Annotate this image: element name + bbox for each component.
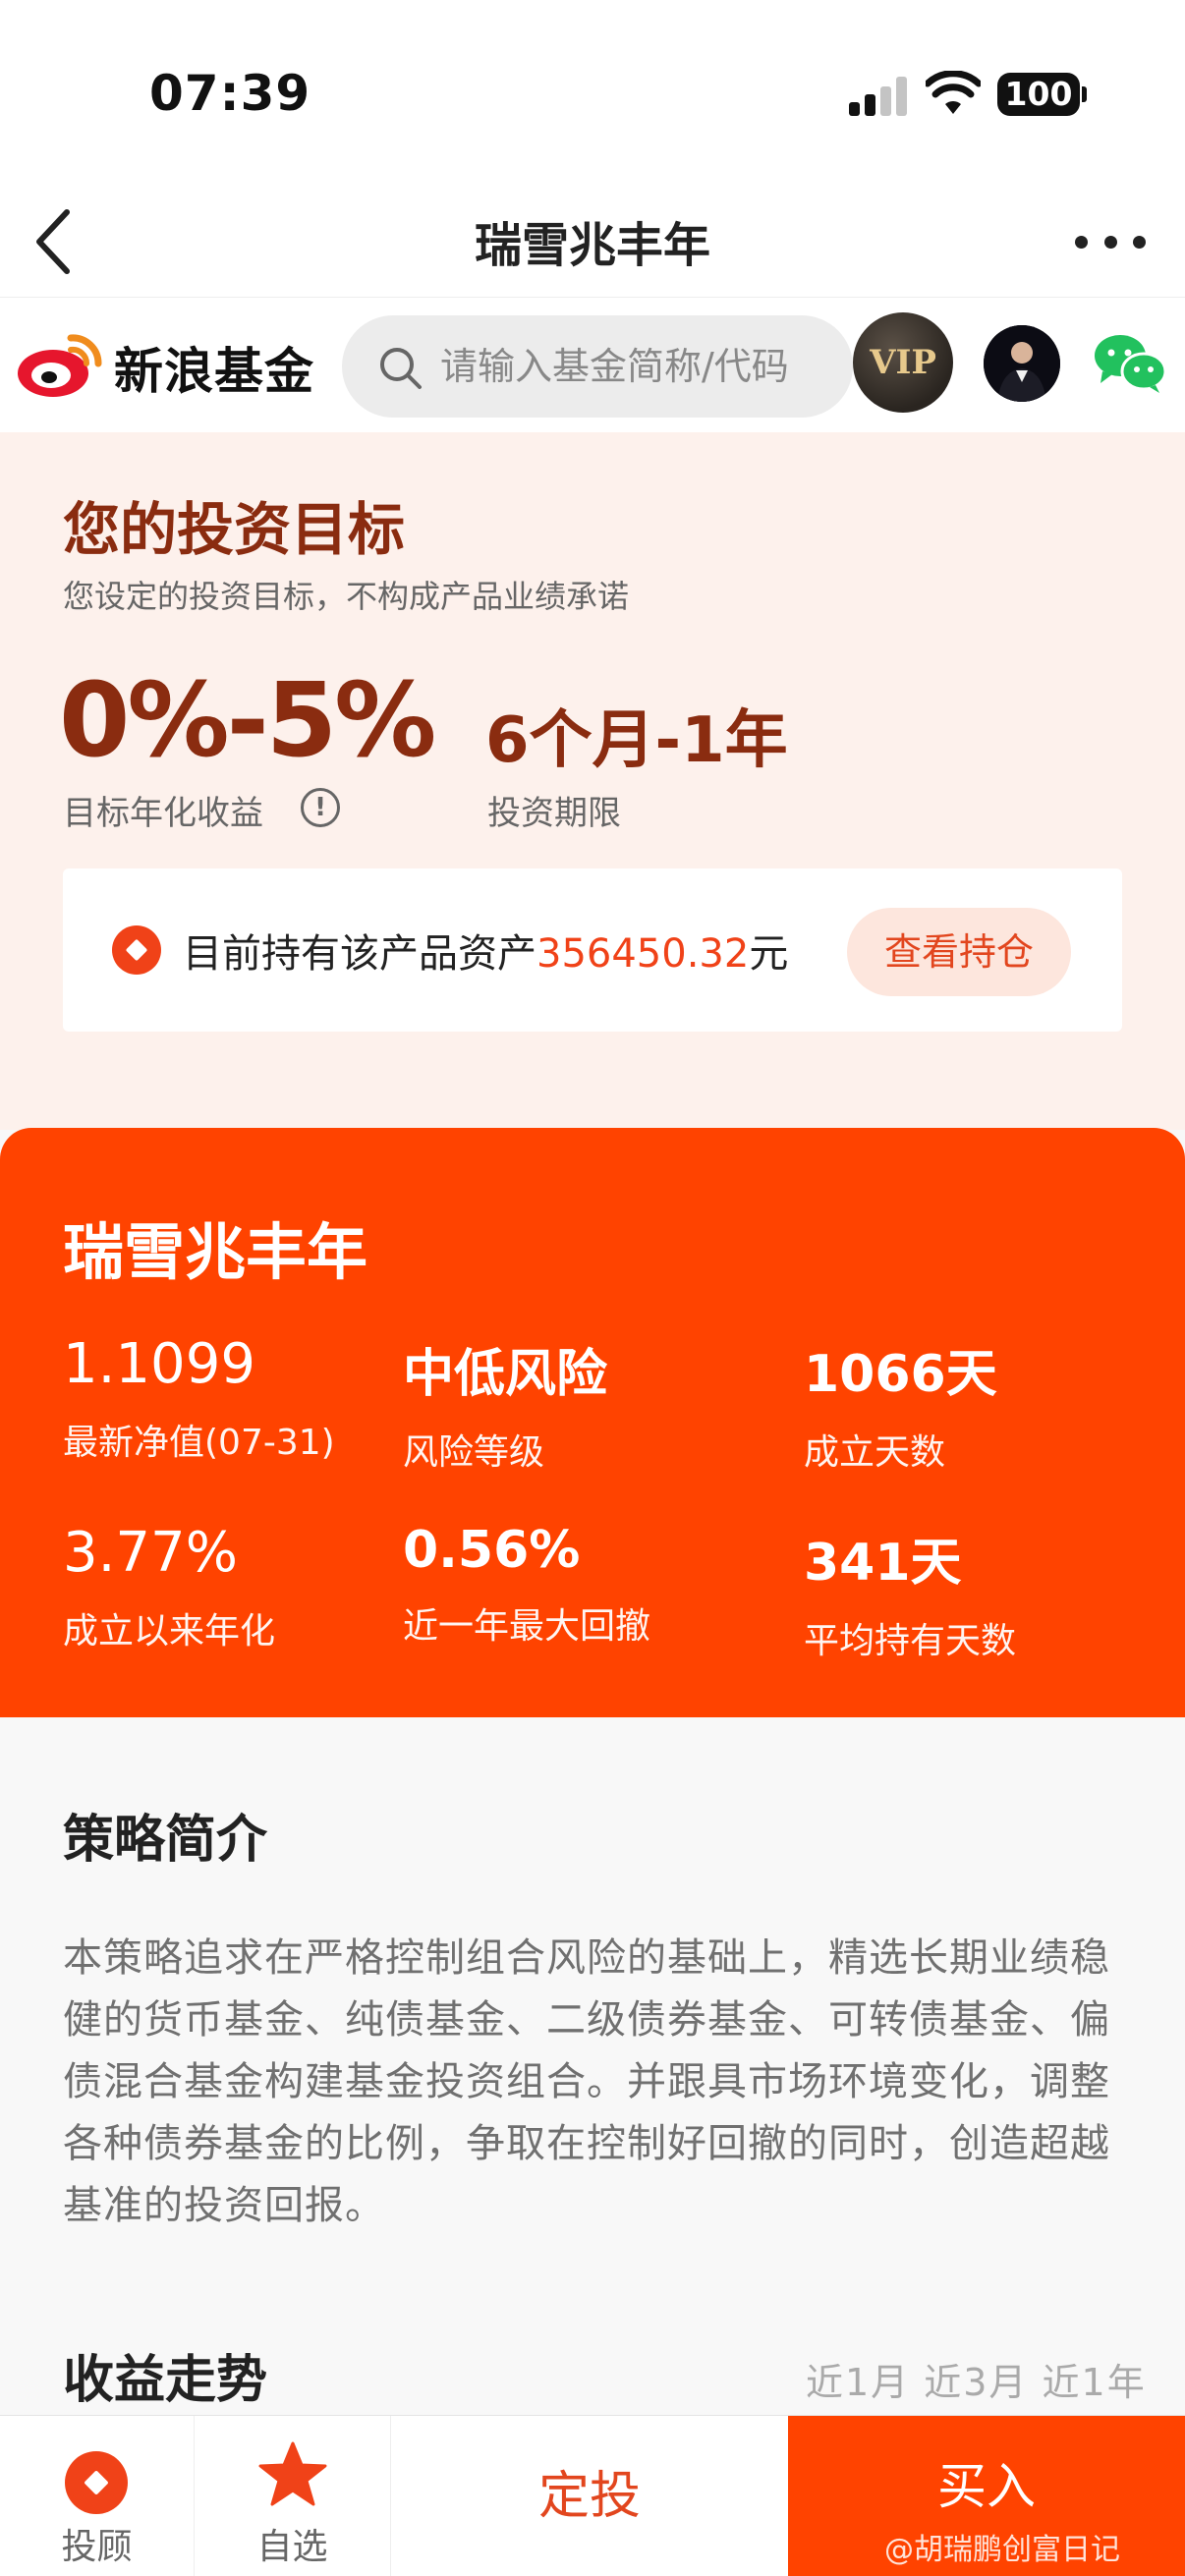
user-avatar[interactable] (984, 325, 1060, 402)
target-return-label: 目标年化收益 (63, 794, 263, 833)
stat-label: 成立天数 (804, 1432, 946, 1473)
stat-label: 风险等级 (403, 1432, 545, 1473)
holdings-summary: 目前持有该产品资产356450.32元 (183, 922, 788, 979)
holdings-currency: 元 (749, 931, 789, 977)
product-summary-card: 瑞雪兆丰年 1.1099 最新净值(07-31) 中低风险 风险等级 1066天… (0, 1128, 1185, 1717)
tab-advisor[interactable]: 投顾 (0, 2416, 195, 2576)
sina-logo-icon (18, 334, 102, 397)
more-options-icon[interactable] (1075, 222, 1146, 261)
tab-advisor-label: 投顾 (61, 2527, 133, 2567)
goal-disclaimer: 您设定的投资目标，不构成产品业绩承诺 (63, 578, 630, 615)
goal-title: 您的投资目标 (63, 496, 406, 563)
wechat-icon[interactable] (1093, 332, 1167, 395)
tab-watchlist-label: 自选 (256, 2527, 328, 2567)
search-box[interactable] (342, 315, 853, 418)
watermark: @胡瑞鹏创富日记 (884, 2533, 1120, 2567)
holdings-amount: 356450.32 (536, 931, 750, 977)
status-time: 07:39 (149, 65, 311, 122)
stat-value: 1.1099 (63, 1332, 255, 1396)
stat-label: 最新净值(07-31) (63, 1423, 335, 1463)
stat-max-drawdown: 0.56% 近一年最大回撤 (403, 1521, 650, 1649)
stat-annualized-since-inception: 3.77% 成立以来年化 (63, 1521, 275, 1653)
stat-days-since-inception: 1066天 成立天数 (804, 1332, 997, 1475)
investment-period-value: 6个月-1年 (485, 704, 788, 777)
battery-tip (1082, 86, 1087, 102)
trend-period-tabs[interactable]: 近1月 近3月 近1年 (806, 2352, 1147, 2406)
investment-period-label: 投资期限 (487, 794, 621, 833)
holdings-diamond-icon (112, 925, 161, 975)
return-trend-title: 收益走势 (63, 2351, 268, 2410)
target-return-value: 0%-5% (59, 660, 436, 780)
search-icon (380, 348, 422, 389)
tab-watchlist[interactable]: 自选 (195, 2416, 391, 2576)
page-title: 瑞雪兆丰年 (474, 218, 710, 273)
star-icon (258, 2441, 327, 2506)
avatar-portrait-icon (984, 325, 1060, 402)
stat-risk-level: 中低风险 风险等级 (403, 1332, 607, 1475)
nav-bar: 瑞雪兆丰年 (0, 187, 1185, 297)
stat-value: 341天 (804, 1534, 962, 1593)
stat-latest-nav: 1.1099 最新净值(07-31) (63, 1332, 335, 1465)
holdings-card: 目前持有该产品资产356450.32元 查看持仓 (63, 868, 1122, 1032)
stat-average-holding-days: 341天 平均持有天数 (804, 1521, 1016, 1663)
strategy-description: 本策略追求在严格控制组合风险的基础上，精选长期业绩稳健的货币基金、纯债基金、二级… (63, 1935, 1110, 2228)
investment-goal-section: 您的投资目标 您设定的投资目标，不构成产品业绩承诺 0%-5% 目标年化收益 !… (0, 432, 1185, 1130)
view-holdings-button[interactable]: 查看持仓 (847, 908, 1071, 996)
stat-label: 成立以来年化 (63, 1611, 276, 1652)
battery-icon: 100 (997, 73, 1080, 116)
stat-label: 近一年最大回撤 (403, 1606, 651, 1647)
holdings-prefix: 目前持有该产品资产 (183, 931, 536, 977)
search-input[interactable] (440, 315, 833, 418)
site-logo-text: 新浪基金 (114, 343, 314, 400)
sip-button[interactable]: 定投 (391, 2416, 788, 2576)
stat-value: 中低风险 (403, 1345, 608, 1404)
stat-label: 平均持有天数 (804, 1621, 1017, 1661)
status-bar: 07:39 100 (0, 0, 1185, 187)
vip-badge[interactable]: VIP (853, 312, 953, 413)
strategy-section: 策略简介 本策略追求在严格控制组合风险的基础上，精选长期业绩稳健的货币基金、纯债… (0, 1717, 1185, 2346)
stat-value: 1066天 (804, 1345, 997, 1404)
stat-value: 0.56% (403, 1521, 581, 1580)
stat-value: 3.77% (63, 1521, 238, 1585)
info-icon[interactable]: ! (301, 788, 340, 827)
advisor-icon (65, 2451, 128, 2514)
wifi-icon (926, 71, 981, 114)
product-name: 瑞雪兆丰年 (63, 1216, 368, 1288)
strategy-title: 策略简介 (63, 1811, 268, 1870)
cellular-signal-icon (849, 77, 910, 116)
